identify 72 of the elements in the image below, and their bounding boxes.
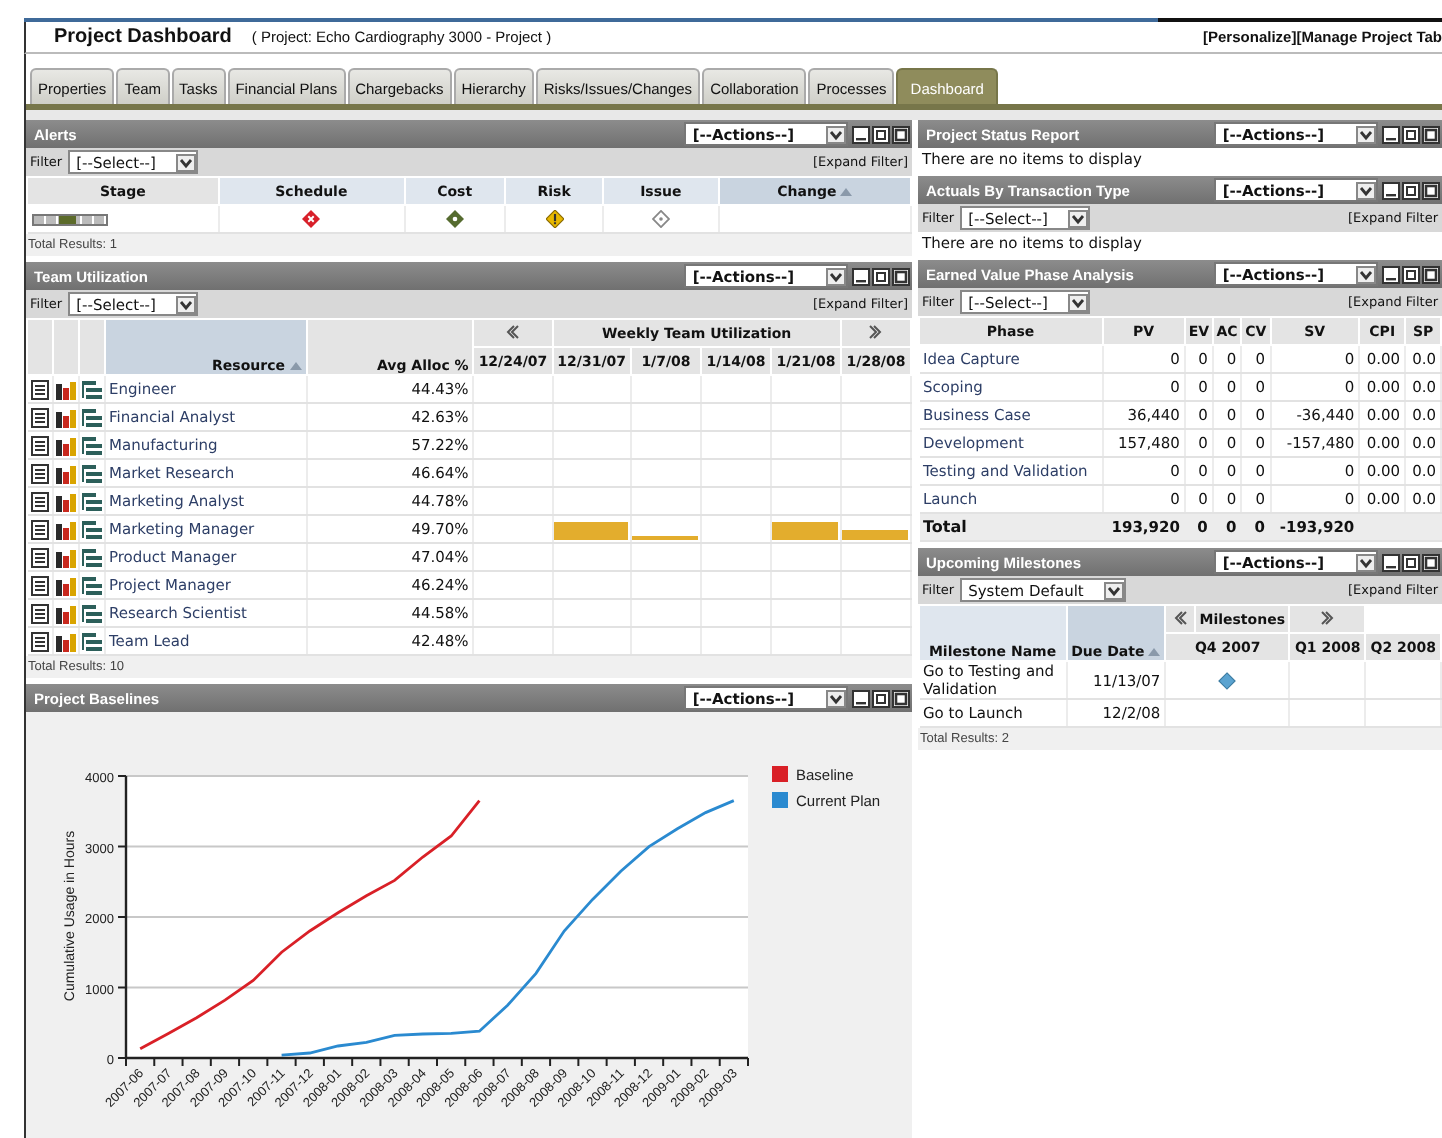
caret-icon (1356, 265, 1376, 283)
next-arrow-icon[interactable] (868, 323, 884, 339)
gantt-icon[interactable] (81, 631, 101, 651)
caret-icon (1067, 209, 1088, 227)
caret-icon (175, 295, 196, 313)
document-icon[interactable] (29, 491, 49, 511)
minimize-icon[interactable] (1382, 265, 1400, 283)
caret-icon (826, 267, 846, 285)
sort-ascending-icon (289, 362, 301, 370)
gantt-icon[interactable] (81, 379, 101, 399)
caret-icon (175, 153, 196, 171)
bar-chart-icon[interactable] (55, 379, 75, 399)
bar-chart-icon[interactable] (55, 435, 75, 455)
restore-icon[interactable] (872, 689, 890, 707)
restore-icon[interactable] (872, 267, 890, 285)
restore-icon[interactable] (1402, 125, 1420, 143)
document-icon[interactable] (29, 547, 49, 567)
restore-icon[interactable] (1402, 553, 1420, 571)
gantt-icon[interactable] (81, 491, 101, 511)
page-title: Project Dashboard (54, 26, 232, 48)
gantt-icon[interactable] (81, 407, 101, 427)
caret-icon (1103, 581, 1124, 599)
bar-chart-icon[interactable] (55, 463, 75, 483)
minimize-icon[interactable] (852, 125, 870, 143)
minimize-icon[interactable] (1382, 125, 1400, 143)
minimize-icon[interactable] (852, 267, 870, 285)
caret-icon (1356, 553, 1376, 571)
maximize-icon[interactable] (1422, 265, 1440, 283)
bar-chart-icon[interactable] (55, 631, 75, 651)
restore-icon[interactable] (1402, 265, 1420, 283)
document-icon[interactable] (29, 379, 49, 399)
maximize-icon[interactable] (1422, 553, 1440, 571)
gantt-icon[interactable] (81, 463, 101, 483)
bar-chart-icon[interactable] (55, 603, 75, 623)
gantt-icon[interactable] (81, 575, 101, 595)
maximize-icon[interactable] (892, 689, 910, 707)
restore-icon[interactable] (1402, 181, 1420, 199)
maximize-icon[interactable] (892, 267, 910, 285)
caret-icon (826, 125, 846, 143)
sort-ascending-icon (1148, 648, 1161, 656)
maximize-icon[interactable] (1422, 181, 1440, 199)
document-icon[interactable] (29, 463, 49, 483)
maximize-icon[interactable] (1422, 125, 1440, 143)
document-icon[interactable] (29, 407, 49, 427)
caret-icon (1067, 293, 1088, 311)
maximize-icon[interactable] (892, 125, 910, 143)
document-icon[interactable] (29, 603, 49, 623)
bar-chart-icon[interactable] (55, 519, 75, 539)
total-cell: Total (919, 513, 1103, 541)
document-icon[interactable] (29, 631, 49, 651)
bar-chart-icon[interactable] (55, 547, 75, 567)
previous-arrow-icon[interactable] (1171, 609, 1188, 625)
gantt-icon[interactable] (81, 603, 101, 623)
previous-arrow-icon[interactable] (504, 323, 521, 339)
bar-chart-icon[interactable] (55, 407, 75, 427)
caret-icon (1356, 125, 1376, 143)
caret-icon (826, 689, 846, 707)
sort-ascending-icon (840, 187, 853, 195)
next-arrow-icon[interactable] (1319, 609, 1336, 625)
minimize-icon[interactable] (852, 689, 870, 707)
document-icon[interactable] (29, 519, 49, 539)
gantt-icon[interactable] (81, 519, 101, 539)
gantt-icon[interactable] (81, 435, 101, 455)
bar-chart-icon[interactable] (55, 491, 75, 511)
document-icon[interactable] (29, 435, 49, 455)
minimize-icon[interactable] (1382, 553, 1400, 571)
caret-icon (1356, 181, 1376, 199)
minimize-icon[interactable] (1382, 181, 1400, 199)
document-icon[interactable] (29, 575, 49, 595)
gantt-icon[interactable] (81, 547, 101, 567)
restore-icon[interactable] (872, 125, 890, 143)
bar-chart-icon[interactable] (55, 575, 75, 595)
